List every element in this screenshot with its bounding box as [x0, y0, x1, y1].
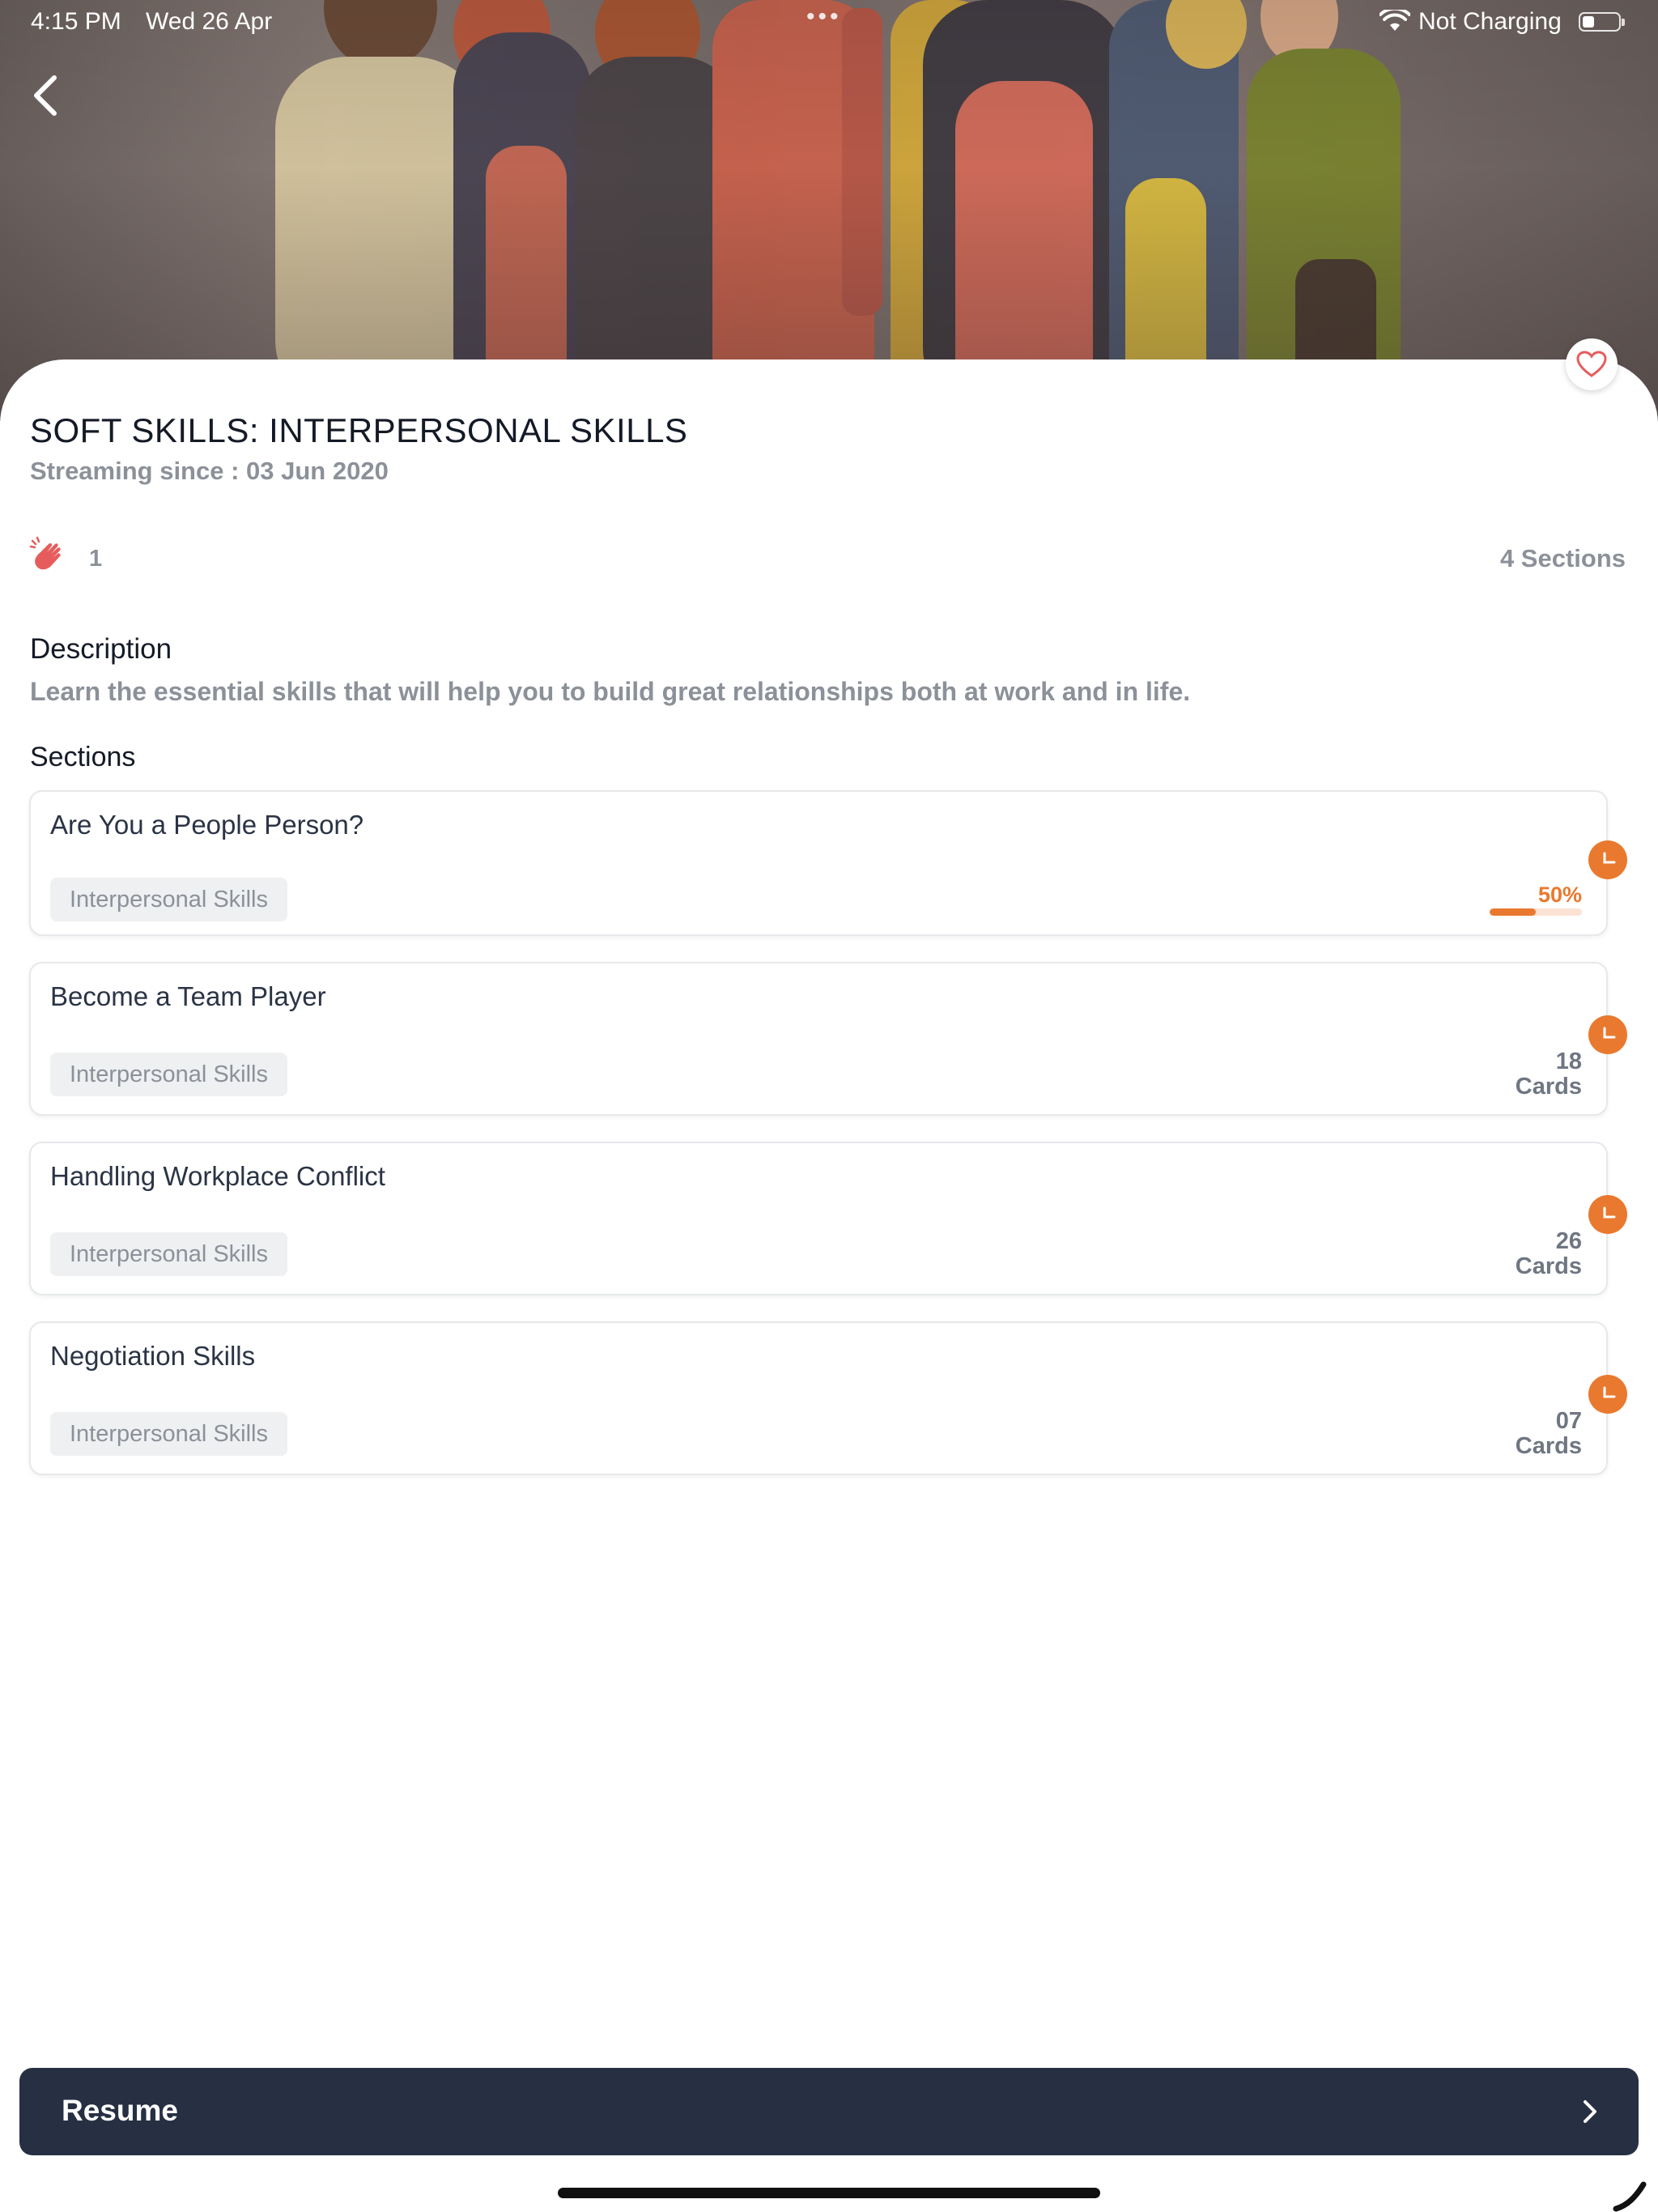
section-tag: Interpersonal Skills — [50, 878, 287, 921]
description-heading: Description — [30, 633, 172, 665]
section-card[interactable]: Are You a People Person? Interpersonal S… — [29, 790, 1627, 936]
section-card[interactable]: Become a Team Player Interpersonal Skill… — [29, 962, 1627, 1116]
section-card[interactable]: Handling Workplace Conflict Interpersona… — [29, 1142, 1627, 1295]
section-cards-number: 26 — [1555, 1228, 1582, 1254]
section-progress-bar — [1490, 908, 1582, 916]
back-button[interactable] — [23, 66, 68, 125]
section-cards-number: 07 — [1555, 1408, 1582, 1434]
status-time: 4:15 PM — [31, 8, 121, 35]
hero-image — [0, 0, 1658, 421]
status-date: Wed 26 Apr — [146, 8, 273, 35]
description-text: Learn the essential skills that will hel… — [30, 677, 1191, 706]
sections-count: 4 Sections — [1499, 544, 1626, 572]
sections-heading: Sections — [30, 742, 136, 772]
section-cards-unit: Cards — [1515, 1433, 1582, 1459]
clock-icon — [1588, 1015, 1627, 1054]
charging-status: Not Charging — [1418, 8, 1562, 35]
section-cards-number: 18 — [1555, 1049, 1582, 1074]
clock-icon — [1588, 840, 1627, 879]
section-title: Negotiation Skills — [50, 1341, 256, 1371]
resume-label: Resume — [62, 2094, 178, 2127]
multitasking-dots[interactable]: ••• — [806, 3, 842, 31]
hero-overlay — [0, 0, 1658, 421]
section-tag: Interpersonal Skills — [50, 1412, 287, 1456]
chevron-left-icon — [34, 75, 57, 116]
section-title: Become a Team Player — [50, 981, 326, 1011]
section-cards-unit: Cards — [1515, 1253, 1582, 1279]
section-card[interactable]: Negotiation Skills Interpersonal Skills … — [29, 1321, 1627, 1475]
section-cards-count: 07 Cards — [1516, 1409, 1582, 1459]
wifi-icon — [1380, 10, 1410, 31]
section-tag: Interpersonal Skills — [50, 1232, 287, 1276]
chevron-right-icon — [1584, 2100, 1596, 2123]
battery-icon — [1579, 12, 1625, 32]
course-title: SOFT SKILLS: INTERPERSONAL SKILLS — [30, 411, 688, 449]
section-cards-unit: Cards — [1515, 1074, 1582, 1100]
clap-icon[interactable] — [29, 536, 71, 578]
clock-icon — [1588, 1195, 1627, 1234]
section-tag: Interpersonal Skills — [50, 1053, 287, 1096]
favorite-button[interactable] — [1566, 338, 1618, 390]
section-title: Handling Workplace Conflict — [50, 1161, 385, 1191]
status-bar: 4:15 PM Wed 26 Apr ••• Not Charging — [0, 0, 1658, 45]
section-progress-fill — [1490, 908, 1536, 916]
section-cards-count: 18 Cards — [1516, 1049, 1582, 1100]
streaming-since: Streaming since : 03 Jun 2020 — [30, 457, 389, 485]
home-indicator[interactable] — [558, 2188, 1100, 2198]
pencil-stroke-icon — [1613, 2181, 1647, 2212]
section-title: Are You a People Person? — [50, 810, 364, 840]
heart-icon — [1576, 351, 1607, 377]
resume-button[interactable]: Resume — [19, 2068, 1639, 2155]
clock-icon — [1588, 1375, 1627, 1414]
clap-count: 1 — [89, 546, 103, 572]
section-cards-count: 26 Cards — [1516, 1229, 1582, 1279]
section-progress-label: 50% — [1537, 883, 1582, 907]
